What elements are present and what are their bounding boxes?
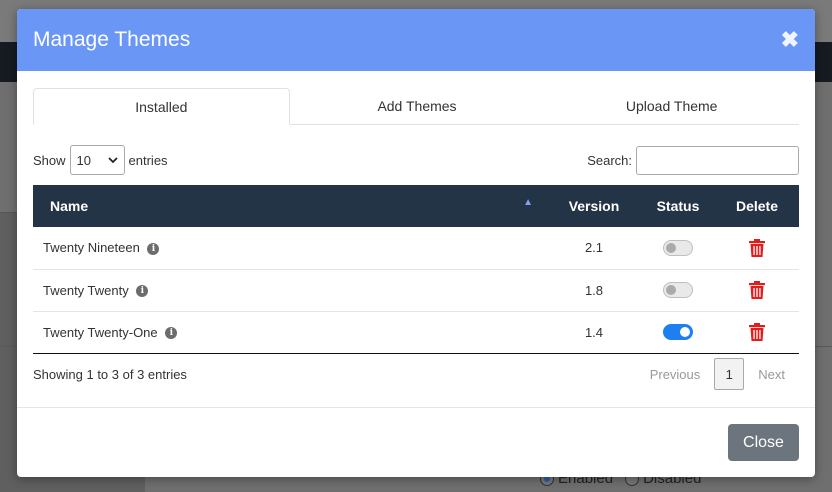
chevron-down-icon: [107, 156, 118, 163]
sort-ascending-icon: ▲: [523, 197, 533, 208]
column-header-version[interactable]: Version: [547, 185, 641, 227]
pagination: Previous 1 Next: [636, 358, 799, 390]
table-row: Twenty Twenty-One i 1.4: [33, 311, 799, 353]
page-length-control: Show 10 entries: [33, 145, 168, 175]
theme-name-cell: Twenty Twenty i: [33, 269, 547, 311]
tabs: Installed Add Themes Upload Theme: [33, 88, 799, 125]
theme-name-cell: Twenty Nineteen i: [33, 227, 547, 269]
page-length-value: 10: [76, 152, 91, 168]
theme-version: 1.8: [584, 282, 604, 298]
trash-icon[interactable]: [749, 323, 765, 341]
table-header-row: Name ▲ Version Status Delete: [33, 185, 799, 227]
table-controls: Show 10 entries Search:: [33, 144, 799, 176]
theme-version: 1.4: [584, 324, 604, 340]
theme-status-cell: [641, 227, 715, 269]
tab-upload-theme[interactable]: Upload Theme: [544, 88, 799, 124]
tab-add-themes[interactable]: Add Themes: [290, 88, 545, 124]
status-toggle[interactable]: [663, 324, 693, 341]
table-row: Twenty Twenty i 1.8: [33, 269, 799, 311]
table-row: Twenty Nineteen i 2.1: [33, 227, 799, 269]
trash-icon[interactable]: [749, 281, 765, 299]
close-button[interactable]: Close: [728, 424, 799, 461]
search-control: Search:: [587, 145, 799, 175]
table-info: Showing 1 to 3 of 3 entries: [33, 366, 187, 382]
pagination-previous[interactable]: Previous: [636, 367, 715, 382]
column-header-status[interactable]: Status: [641, 185, 715, 227]
manage-themes-modal: Manage Themes ✖ Installed Add Themes Upl…: [17, 9, 815, 477]
theme-delete-cell: [715, 269, 799, 311]
theme-version: 2.1: [584, 240, 604, 256]
info-icon[interactable]: i: [136, 285, 149, 298]
pagination-page[interactable]: 1: [714, 358, 745, 390]
theme-status-cell: [641, 269, 715, 311]
pagination-next[interactable]: Next: [744, 367, 799, 382]
search-label: Search:: [587, 152, 632, 168]
info-icon[interactable]: i: [147, 242, 160, 255]
close-icon[interactable]: ✖: [781, 29, 799, 51]
table-footer: Showing 1 to 3 of 3 entries Previous 1 N…: [33, 357, 799, 391]
page-length-select[interactable]: 10: [69, 145, 125, 175]
themes-table: Name ▲ Version Status Delete Twenty Nine…: [33, 185, 799, 354]
theme-name: Twenty Nineteen: [43, 240, 140, 256]
show-label: Show: [33, 152, 66, 168]
column-header-name[interactable]: Name ▲: [33, 185, 547, 227]
info-icon[interactable]: i: [165, 327, 178, 340]
theme-delete-cell: [715, 311, 799, 353]
column-header-delete[interactable]: Delete: [715, 185, 799, 227]
theme-delete-cell: [715, 227, 799, 269]
modal-footer-divider: [17, 407, 815, 408]
theme-name-cell: Twenty Twenty-One i: [33, 311, 547, 353]
modal-header: Manage Themes ✖: [17, 9, 815, 71]
theme-name: Twenty Twenty: [43, 282, 129, 298]
status-toggle[interactable]: [663, 240, 693, 257]
search-input[interactable]: [636, 145, 799, 175]
tab-installed[interactable]: Installed: [33, 88, 290, 125]
theme-name: Twenty Twenty-One: [43, 324, 158, 340]
modal-title: Manage Themes: [33, 28, 191, 51]
trash-icon[interactable]: [749, 238, 765, 257]
theme-status-cell: [641, 311, 715, 353]
entries-label: entries: [128, 152, 168, 168]
status-toggle[interactable]: [663, 282, 693, 299]
